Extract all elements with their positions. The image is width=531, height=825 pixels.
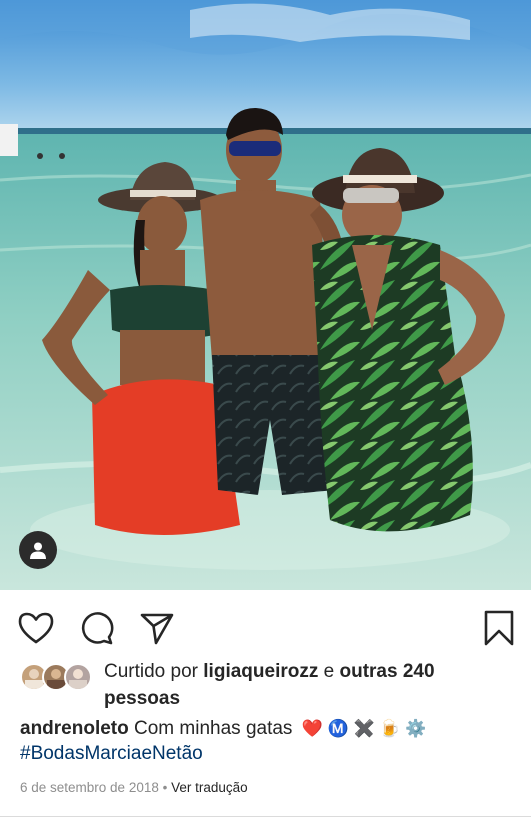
- person-icon: [30, 542, 46, 559]
- likes-people[interactable]: pessoas: [104, 687, 180, 711]
- bottom-divider: [0, 816, 531, 817]
- liked-by-username[interactable]: ligiaqueirozz: [203, 661, 318, 682]
- caption-text: Com minhas gatas: [134, 718, 293, 739]
- comment-bubble-icon: [81, 612, 114, 645]
- meta-separator: •: [162, 780, 168, 795]
- likes-others-count[interactable]: outras 240: [340, 661, 435, 682]
- caption-hashtag[interactable]: #BodasMarciaeNetão: [20, 741, 520, 766]
- post-meta: 6 de setembro de 2018 • Ver tradução: [20, 780, 248, 795]
- post-date: 6 de setembro de 2018: [20, 780, 159, 795]
- likes-prefix: Curtido por: [104, 661, 198, 682]
- share-button[interactable]: [137, 608, 177, 648]
- like-button[interactable]: [16, 608, 56, 648]
- heart-outline-icon: [18, 612, 54, 644]
- likes-connector: e: [323, 661, 335, 682]
- see-translation-link[interactable]: Ver tradução: [171, 780, 248, 795]
- avatar: [64, 663, 92, 691]
- likes-text: Curtido por ligiaqueirozz e outras 240: [104, 660, 514, 684]
- paper-plane-icon: [140, 613, 174, 645]
- bookmark-outline-icon: [484, 610, 514, 646]
- post-actions-bar: [0, 600, 531, 650]
- beach-photo: [0, 0, 531, 590]
- post-caption: andrenoleto Com minhas gatas ❤️ Ⓜ️ ✖️ 🍺 …: [20, 716, 520, 766]
- tag-people-button[interactable]: [19, 531, 57, 569]
- save-button[interactable]: [479, 608, 519, 648]
- caption-emojis: ❤️ Ⓜ️ ✖️ 🍺 ⚙️: [301, 719, 427, 738]
- comment-button[interactable]: [77, 608, 117, 648]
- caption-username[interactable]: andrenoleto: [20, 718, 129, 739]
- post-photo[interactable]: [0, 0, 531, 590]
- liker-avatars: [20, 663, 100, 691]
